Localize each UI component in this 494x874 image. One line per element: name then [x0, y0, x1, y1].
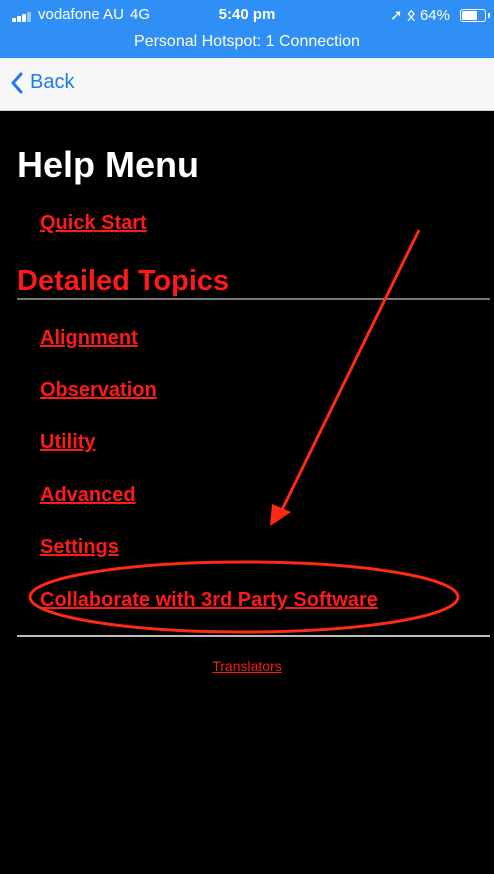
annotation-arrowhead [270, 504, 291, 526]
annotation-overlay [28, 229, 460, 634]
annotation-arrow [277, 229, 421, 517]
annotation-ellipse [28, 560, 460, 634]
